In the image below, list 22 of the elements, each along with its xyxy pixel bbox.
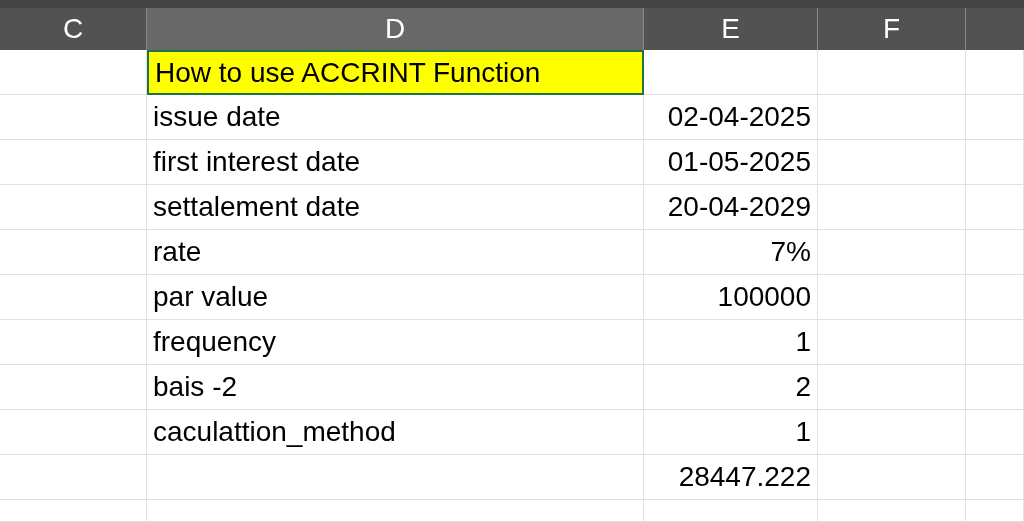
table-cell[interactable]: 01-05-2025 bbox=[644, 140, 818, 185]
table-cell[interactable]: 2 bbox=[644, 365, 818, 410]
table-cell[interactable]: bais -2 bbox=[147, 365, 644, 410]
table-cell[interactable]: caculattion_method bbox=[147, 410, 644, 455]
table-cell[interactable]: par value bbox=[147, 275, 644, 320]
table-cell[interactable]: settalement date bbox=[147, 185, 644, 230]
table-cell[interactable]: 1 bbox=[644, 320, 818, 365]
table-cell[interactable]: 28447.222 bbox=[644, 455, 818, 500]
table-cell[interactable]: 7% bbox=[644, 230, 818, 275]
table-cell[interactable]: 02-04-2025 bbox=[644, 95, 818, 140]
table-cell[interactable]: first interest date bbox=[147, 140, 644, 185]
table-cell[interactable]: 100000 bbox=[644, 275, 818, 320]
table-cell[interactable]: 1 bbox=[644, 410, 818, 455]
column-header[interactable]: E bbox=[644, 8, 818, 50]
table-cell[interactable]: issue date bbox=[147, 95, 644, 140]
table-cell[interactable]: frequency bbox=[147, 320, 644, 365]
table-cell[interactable]: rate bbox=[147, 230, 644, 275]
column-header[interactable]: C bbox=[0, 8, 147, 50]
column-header[interactable]: D bbox=[147, 8, 644, 50]
table-cell[interactable]: 20-04-2029 bbox=[644, 185, 818, 230]
table-cell[interactable]: How to use ACCRINT Function bbox=[147, 50, 644, 95]
column-header[interactable]: F bbox=[818, 8, 966, 50]
